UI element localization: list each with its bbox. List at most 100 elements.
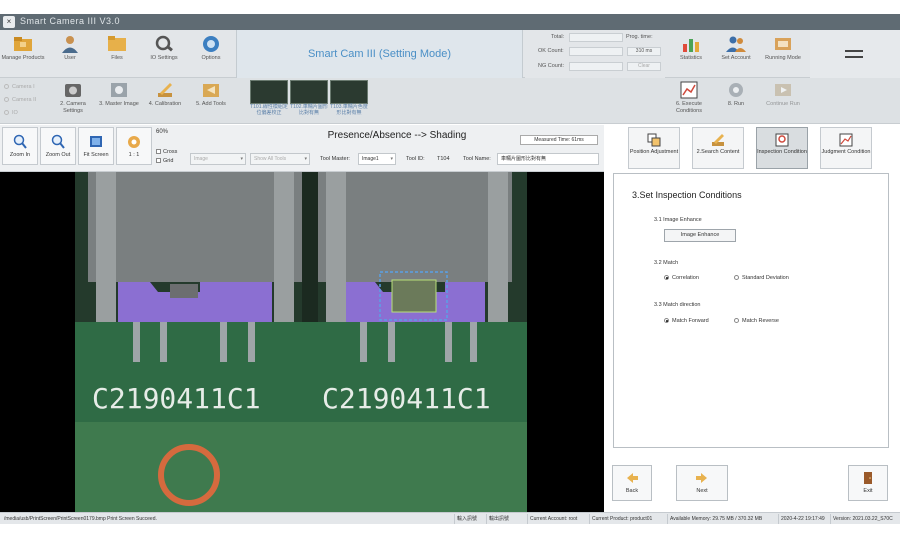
io-settings-button[interactable]: IO Settings bbox=[141, 34, 187, 76]
tab-position-adjustment[interactable]: Position Adjustment bbox=[628, 127, 680, 169]
panel-heading: 3.Set Inspection Conditions bbox=[632, 190, 742, 200]
menu-icon-bar-bottom bbox=[845, 56, 863, 58]
checkbox-icon bbox=[156, 158, 161, 163]
user-button[interactable]: User bbox=[47, 34, 93, 76]
next-icon bbox=[696, 473, 707, 483]
back-label: Back bbox=[625, 488, 639, 494]
exit-button[interactable]: Exit bbox=[848, 465, 888, 501]
run-label: 8. Run bbox=[727, 101, 745, 107]
camera-1-option[interactable]: Camera I bbox=[4, 84, 35, 90]
tool-thumbnail-3[interactable]: T103.車輛片色度形比對有無 bbox=[330, 80, 368, 118]
camera-settings-button[interactable]: 2. Camera Settings bbox=[50, 80, 96, 122]
exit-label: Exit bbox=[863, 488, 873, 494]
match-forward-radio[interactable]: Match Forward bbox=[664, 318, 709, 324]
files-button[interactable]: Files bbox=[94, 34, 140, 76]
tool-thumbnail-label: T102.車輛片圖形比對有無 bbox=[290, 104, 328, 116]
grid-checkbox[interactable]: Grid bbox=[156, 158, 173, 164]
continue-run-icon bbox=[775, 84, 791, 96]
menu-button[interactable] bbox=[810, 30, 900, 78]
calibration-button[interactable]: 4. Calibration bbox=[142, 80, 188, 122]
inspection-conditions-panel: 3.Set Inspection Conditions 3.1 Image En… bbox=[613, 173, 889, 448]
prog-time-value: 310 ms bbox=[627, 47, 661, 56]
measured-time: Measured Time: 61ms bbox=[520, 135, 598, 145]
statistics-button[interactable]: Statistics bbox=[668, 34, 714, 76]
image-enhance-button[interactable]: Image Enhance bbox=[664, 229, 736, 242]
set-account-button[interactable]: Set Account bbox=[713, 34, 759, 76]
cross-label: Cross bbox=[163, 149, 178, 155]
user-label: User bbox=[64, 55, 76, 61]
one-to-one-icon bbox=[128, 136, 140, 148]
correlation-radio[interactable]: Correlation bbox=[664, 275, 699, 281]
total-field bbox=[569, 33, 623, 42]
match-reverse-label: Match Reverse bbox=[742, 318, 779, 324]
tool-thumbnail-label: T101.線性模組定位偏差校正 bbox=[250, 104, 288, 116]
running-mode-button[interactable]: Running Mode bbox=[760, 34, 806, 76]
match-section-label: 3.2 Match bbox=[654, 260, 679, 266]
status-bar: /media/usb/PrintScreen/PrintScreen0179.b… bbox=[0, 512, 900, 524]
match-reverse-radio[interactable]: Match Reverse bbox=[734, 318, 779, 324]
version: Version: 2021.03.22_S70C bbox=[830, 514, 900, 524]
output-signal-indicator: 輸出訊號 bbox=[486, 514, 524, 524]
continue-run-label: Continue Run bbox=[766, 101, 800, 107]
options-button[interactable]: Options bbox=[188, 34, 234, 76]
radio-icon bbox=[734, 275, 739, 280]
mode-title-panel: Smart Cam III (Setting Mode) bbox=[236, 30, 523, 78]
camera-2-option[interactable]: Camera II bbox=[4, 97, 36, 103]
clear-button[interactable]: Clear bbox=[627, 62, 661, 71]
tool-thumbnail-label: T103.車輛片色度形比對有無 bbox=[330, 104, 368, 116]
statistics-label: Statistics bbox=[679, 55, 702, 61]
tab-label: 2.Search Content bbox=[696, 149, 740, 155]
tool-name-input[interactable]: 車輛片圖形比對有無 bbox=[497, 153, 599, 165]
options-icon bbox=[203, 36, 219, 52]
close-icon[interactable]: × bbox=[3, 16, 15, 28]
zoom-out-icon bbox=[51, 134, 65, 149]
image-select-value: Image bbox=[194, 156, 208, 162]
zoom-out-label: Zoom Out bbox=[45, 152, 71, 158]
fit-screen-button[interactable]: Fit Screen bbox=[78, 127, 114, 165]
calibration-label: 4. Calibration bbox=[148, 101, 182, 107]
next-button[interactable]: Next bbox=[676, 465, 728, 501]
one-to-one-button[interactable]: 1 : 1 bbox=[116, 127, 152, 165]
add-tools-button[interactable]: 5. Add Tools bbox=[188, 80, 234, 122]
camera-icon bbox=[65, 84, 81, 97]
continue-run-button[interactable]: Continue Run bbox=[760, 80, 806, 122]
show-tools-select[interactable]: Show All Tools ▾ bbox=[250, 153, 310, 165]
run-icon bbox=[729, 83, 743, 97]
back-button[interactable]: Back bbox=[612, 465, 652, 501]
current-product: Current Product: product01 bbox=[589, 514, 665, 524]
judgment-condition-icon bbox=[839, 133, 853, 147]
master-image-icon bbox=[111, 83, 127, 97]
ng-count-field bbox=[569, 62, 623, 71]
tab-judgment-condition[interactable]: Judgment Condition bbox=[820, 127, 872, 169]
image-select[interactable]: Image ▾ bbox=[190, 153, 246, 165]
radio-icon bbox=[4, 110, 9, 115]
camera-image-view[interactable]: C2190411C1 C2190411C1 bbox=[0, 172, 604, 512]
io-settings-icon bbox=[155, 35, 173, 52]
standard-deviation-radio[interactable]: Standard Deviation bbox=[734, 275, 789, 281]
execute-conditions-button[interactable]: 6. Execute Conditions bbox=[666, 80, 712, 122]
tab-search-content[interactable]: 2.Search Content bbox=[692, 127, 744, 169]
tool-thumbnail-image bbox=[250, 80, 288, 104]
zoom-in-button[interactable]: Zoom In bbox=[2, 127, 38, 165]
match-forward-label: Match Forward bbox=[672, 318, 709, 324]
ng-count-label: NG Count: bbox=[538, 63, 564, 69]
set-account-label: Set Account bbox=[721, 55, 751, 61]
manage-products-label: Manage Products bbox=[1, 55, 45, 61]
run-button[interactable]: 8. Run bbox=[713, 80, 759, 122]
tool-thumbnail-2[interactable]: T102.車輛片圖形比對有無 bbox=[290, 80, 328, 118]
counts-panel: Total: OK Count: NG Count: Prog. time: 3… bbox=[525, 30, 665, 78]
tool-master-select[interactable]: Image1 ▾ bbox=[358, 153, 396, 165]
io-option[interactable]: IO bbox=[4, 110, 18, 116]
pcb-marking-right: C2190411C1 bbox=[322, 382, 491, 415]
image-enhance-section-label: 3.1 Image Enhance bbox=[654, 217, 702, 223]
prog-time-label: Prog. time: bbox=[626, 34, 653, 40]
master-image-button[interactable]: 3. Master Image bbox=[96, 80, 142, 122]
add-tools-label: 5. Add Tools bbox=[196, 101, 226, 107]
tool-thumbnail-1[interactable]: T101.線性模組定位偏差校正 bbox=[250, 80, 288, 118]
tab-inspection-condition[interactable]: Inspection Condition bbox=[756, 127, 808, 169]
folder-icon bbox=[14, 37, 32, 51]
tool-master-value: Image1 bbox=[362, 156, 379, 162]
cross-checkbox[interactable]: Cross bbox=[156, 149, 177, 155]
manage-products-button[interactable]: Manage Products bbox=[0, 34, 46, 76]
zoom-out-button[interactable]: Zoom Out bbox=[40, 127, 76, 165]
